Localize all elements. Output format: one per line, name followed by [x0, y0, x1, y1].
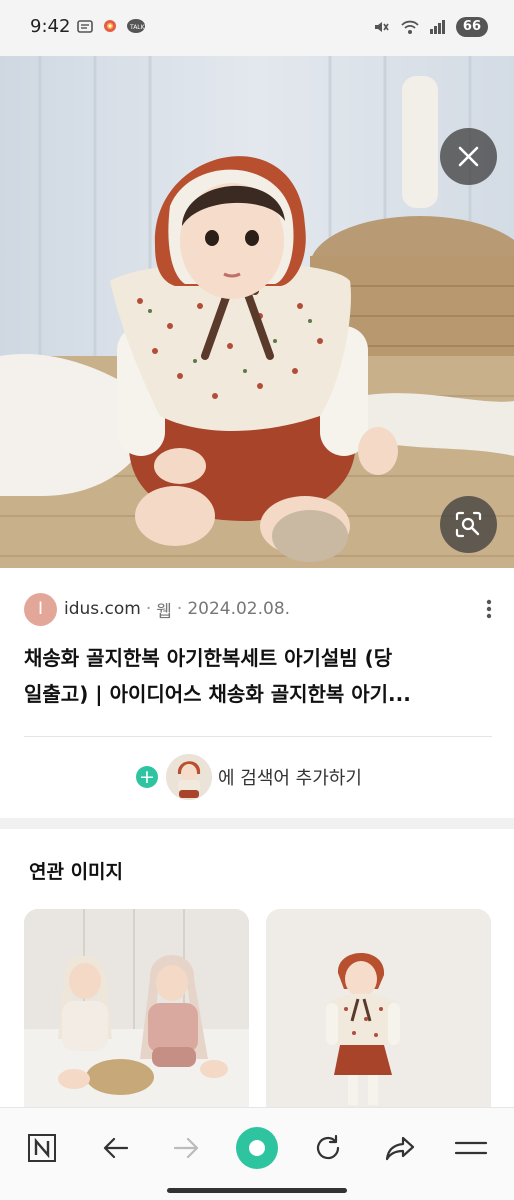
wifi-icon: [400, 18, 419, 36]
green-dot-icon: [236, 1127, 278, 1169]
source-favicon: I: [24, 592, 57, 626]
forward-button[interactable]: [164, 1126, 208, 1170]
related-image[interactable]: [266, 909, 491, 1114]
refresh-icon: [316, 1134, 340, 1160]
image-search-button[interactable]: [440, 496, 497, 553]
refresh-button[interactable]: [306, 1126, 350, 1170]
main-image[interactable]: [0, 56, 514, 568]
home-indicator[interactable]: [167, 1188, 347, 1193]
share-icon: [385, 1136, 415, 1161]
mute-icon: [372, 18, 390, 36]
separator-dot: ·: [176, 599, 183, 619]
share-button[interactable]: [378, 1126, 422, 1170]
source-type: 웹: [156, 601, 172, 622]
close-button[interactable]: [440, 128, 497, 185]
message-icon: [76, 18, 94, 36]
related-images-heading: 연관 이미지: [29, 861, 124, 883]
separator-dot: ·: [145, 599, 152, 619]
add-search-term-label: 에 검색어 추가하기: [218, 768, 362, 789]
result-source[interactable]: I idus.com · 웹 · 2024.02.08.: [24, 592, 494, 626]
result-title-line-1: 채송화 골지한복 아기한복세트 아기설빔 (당: [24, 646, 393, 670]
section-divider: [0, 818, 514, 829]
result-title[interactable]: 채송화 골지한복 아기한복세트 아기설빔 (당 일출고) | 아이디어스 채송화…: [24, 640, 494, 712]
signal-icon: [428, 18, 446, 36]
menu-button[interactable]: [449, 1126, 493, 1170]
result-date: 2024.02.08.: [187, 599, 291, 619]
result-title-line-2: 일출고) | 아이디어스 채송화 골지한복 아기...: [24, 682, 411, 706]
back-button[interactable]: [94, 1126, 138, 1170]
naver-home-icon: [28, 1134, 56, 1162]
divider: [24, 736, 492, 737]
plus-icon: +: [136, 766, 158, 788]
back-icon: [103, 1137, 129, 1159]
svg-text:TALK: TALK: [129, 24, 146, 31]
close-icon: [458, 146, 479, 167]
kakaotalk-icon: TALK: [126, 18, 146, 36]
more-options-button[interactable]: [484, 598, 494, 620]
source-domain[interactable]: idus.com: [64, 599, 141, 619]
naver-home-button[interactable]: [20, 1126, 64, 1170]
menu-icon: [454, 1141, 488, 1155]
browser-bottom-nav: [0, 1107, 514, 1200]
add-search-term-button[interactable]: + 에 검색어 추가하기: [136, 752, 362, 802]
related-image[interactable]: [24, 909, 249, 1114]
query-image-thumbnail: [166, 754, 212, 800]
baby-photo: [0, 56, 514, 568]
status-bar: 9:42 TALK 66: [0, 0, 514, 56]
image-search-icon: [455, 511, 482, 538]
status-time: 9:42: [30, 16, 71, 37]
forward-icon: [173, 1137, 199, 1159]
photos-icon: [101, 18, 119, 36]
more-vertical-icon: [486, 599, 492, 619]
green-dot-button[interactable]: [235, 1126, 279, 1170]
battery-indicator: 66: [455, 17, 488, 37]
